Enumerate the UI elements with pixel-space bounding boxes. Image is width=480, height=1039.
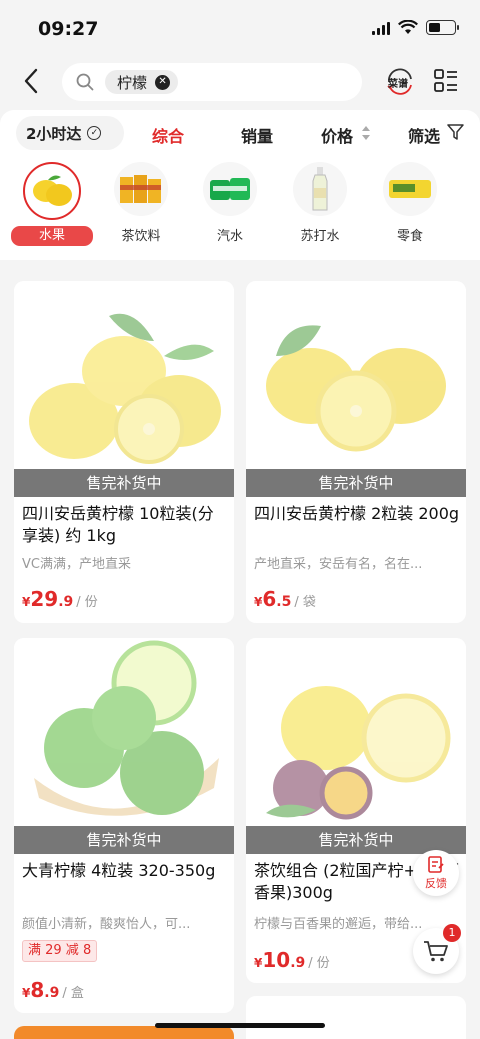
price-decimal: .9 [290,955,306,971]
battery-icon [426,20,459,35]
product-price: ¥6.5/ 袋 [254,587,316,611]
product-title: 大青柠檬 4粒装 320-350g [22,861,216,880]
category-soda-water[interactable]: 苏打水 [280,162,360,244]
price-unit: / 份 [76,595,98,610]
clear-query-icon[interactable]: ✕ [155,74,171,90]
sold-out-banner: 售完补货中 [14,469,234,497]
cart-button[interactable]: 1 [413,924,461,974]
fruit-thumb [23,162,81,220]
product-price: ¥29.9/ 份 [22,587,98,611]
feedback-button[interactable]: 反馈 [413,850,459,896]
list-layout-icon [434,69,457,92]
feedback-icon [428,855,444,873]
soda-icon [210,178,250,200]
search-query-text: 柠檬 [117,73,148,92]
snack-icon [389,180,431,198]
lemon-halves-icon [266,325,446,452]
price-decimal: .9 [58,594,74,610]
price-unit: / 份 [308,956,330,971]
filter-button[interactable]: 筛选 [408,123,440,147]
category-soda-water-label: 苏打水 [300,229,340,244]
snacks-thumb [383,162,437,216]
price-unit: / 盒 [62,986,84,1001]
category-tea-drinks-label: 茶饮料 [121,229,161,244]
product-image [14,638,234,848]
recipe-label: 菜谱 [388,79,408,90]
product-desc: VC满满，产地直采 [22,557,131,572]
tea-drink-icon [120,175,161,203]
filter-sheet: 2小时达 ✓ 综合 销量 价格 筛选 水果 茶饮料 汽水 苏打水 零食 [0,110,480,260]
product-desc: 颜值小清新，酸爽怡人，可... [22,917,191,932]
tea-drinks-thumb [114,162,168,216]
delivery-filter-pill[interactable]: 2小时达 ✓ [16,116,124,150]
price-decimal: .9 [44,985,60,1001]
product-image [246,281,466,491]
product-title: 四川安岳黄柠檬 2粒装 200g [254,504,460,523]
product-title: 四川安岳黄柠檬 10粒装(分享装) 约 1kg [22,504,214,545]
sold-out-banner: 售完补货中 [246,469,466,497]
recipe-button[interactable]: 菜谱 [384,66,416,98]
sort-price[interactable]: 价格 [321,123,353,147]
product-image [246,638,466,848]
price-integer: 29 [30,587,59,611]
product-card-peek[interactable] [246,996,466,1039]
product-price: ¥10.9/ 份 [254,948,330,972]
wifi-icon [398,20,418,34]
sort-sales[interactable]: 销量 [241,123,273,147]
back-button[interactable] [16,66,46,96]
price-integer: 8 [30,978,45,1002]
price-decimal: .5 [276,594,292,610]
lemon-icon [33,175,72,206]
product-card[interactable]: 售完补货中 四川安岳黄柠檬 2粒装 200g 产地直采，安岳有名，名在... ¥… [246,281,466,623]
category-fruit[interactable]: 水果 [11,162,93,246]
check-icon: ✓ [87,126,102,140]
category-snacks-label: 零食 [396,229,423,244]
product-card[interactable]: 售完补货中 四川安岳黄柠檬 10粒装(分享装) 约 1kg VC满满，产地直采 … [14,281,234,623]
price-integer: 10 [262,948,291,972]
soda-water-thumb [293,162,347,216]
status-time: 09:27 [38,18,99,40]
bottle-icon [312,167,328,211]
price-integer: 6 [262,587,277,611]
sort-comprehensive[interactable]: 综合 [152,123,184,147]
price-unit: / 袋 [294,595,316,610]
promo-tag: 满 29 减 8 [22,940,98,962]
category-fruit-label: 水果 [11,226,93,246]
filter-row: 2小时达 ✓ 综合 销量 价格 筛选 [0,110,480,158]
category-snacks[interactable]: 零食 [370,162,450,244]
layout-toggle-button[interactable] [434,69,458,93]
home-indicator [155,1023,325,1028]
chevron-left-icon [24,68,38,94]
product-image [14,281,234,491]
lemon-passionfruit-icon [266,686,451,820]
cart-count-badge: 1 [443,924,461,942]
product-card[interactable]: 售完补货中 大青柠檬 4粒装 320-350g 颜值小清新，酸爽怡人，可... … [14,638,234,1013]
product-price: ¥8.9/ 盒 [22,978,84,1002]
signal-icon [372,21,390,35]
soda-thumb [203,162,257,216]
green-lime-icon [34,640,219,816]
sort-arrows-icon [362,126,370,140]
search-bar[interactable]: 柠檬 ✕ [62,63,362,101]
delivery-filter-label: 2小时达 [26,124,82,143]
feedback-label: 反馈 [425,876,447,890]
category-soda[interactable]: 汽水 [190,162,270,244]
search-icon [76,73,94,91]
category-soda-label: 汽水 [216,229,243,244]
funnel-icon [447,124,464,140]
search-query-chip[interactable]: 柠檬 ✕ [105,70,179,94]
lemon-pile-icon [29,313,221,464]
product-desc: 柠檬与百香果的邂逅，带给... [254,917,423,932]
cart-icon [424,941,448,962]
product-desc: 产地直采，安岳有名，名在... [254,557,423,572]
category-row: 水果 茶饮料 汽水 苏打水 零食 [0,162,480,252]
status-icons [372,20,459,35]
top-bar: 09:27 柠檬 ✕ 菜谱 [0,0,480,110]
sold-out-banner: 售完补货中 [14,826,234,854]
category-tea-drinks[interactable]: 茶饮料 [101,162,181,244]
